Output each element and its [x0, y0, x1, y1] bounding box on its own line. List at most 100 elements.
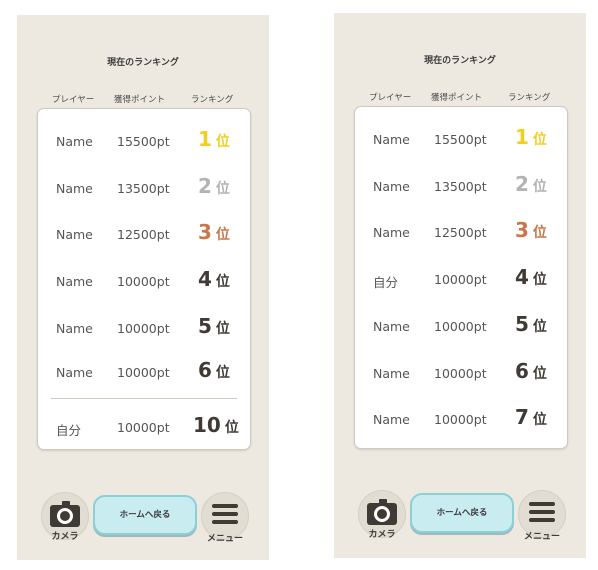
- column-header-ranking: ランキング: [191, 95, 234, 105]
- player-name: Name: [56, 134, 93, 149]
- player-name: Name: [56, 227, 93, 242]
- rank-unit: 位: [532, 179, 547, 195]
- camera-button-label: カメラ: [51, 532, 79, 542]
- ranking-card: Name 15500pt 1位 Name 13500pt 2位 Name 125…: [354, 106, 568, 449]
- player-points: 15500pt: [434, 132, 487, 147]
- menu-button[interactable]: メニュー: [518, 490, 566, 542]
- player-points: 10000pt: [117, 420, 170, 435]
- rank-unit: 位: [224, 420, 239, 436]
- hamburger-menu-icon: [529, 502, 555, 526]
- player-points: 10000pt: [434, 319, 487, 334]
- rank-number: 10: [193, 413, 221, 437]
- menu-button[interactable]: メニュー: [201, 492, 249, 544]
- rank-value: 1位: [198, 127, 230, 151]
- rank-value: 2位: [515, 172, 547, 196]
- player-points: 12500pt: [434, 225, 487, 240]
- rank-value: 3位: [515, 218, 547, 242]
- page-title: 現在のランキング: [107, 58, 179, 68]
- player-name: 自分: [373, 275, 399, 290]
- rank-value: 3位: [198, 220, 230, 244]
- rank-value: 4位: [198, 267, 230, 291]
- rank-number: 4: [515, 265, 529, 289]
- camera-button-label: カメラ: [368, 530, 396, 540]
- player-name: Name: [373, 225, 410, 240]
- ranking-row: Name 15500pt 1位: [355, 125, 567, 155]
- column-header-points: 獲得ポイント: [114, 95, 166, 105]
- rank-unit: 位: [215, 134, 230, 150]
- column-header-ranking: ランキング: [508, 93, 551, 103]
- menu-button-label: メニュー: [206, 534, 243, 544]
- ranking-row: Name 10000pt 6位: [38, 358, 250, 388]
- ranking-row: Name 15500pt 1位: [38, 127, 250, 157]
- rank-unit: 位: [532, 132, 547, 148]
- column-header-player: プレイヤー: [52, 95, 95, 105]
- player-name: Name: [56, 365, 93, 380]
- rank-number: 1: [515, 125, 529, 149]
- rank-value: 6位: [515, 359, 547, 383]
- rank-unit: 位: [215, 181, 230, 197]
- ranking-row: Name 10000pt 5位: [355, 312, 567, 342]
- home-button[interactable]: ホームへ戻る: [410, 493, 514, 533]
- camera-icon: [50, 501, 80, 527]
- rank-value: 10 位: [193, 413, 239, 437]
- page-title: 現在のランキング: [424, 56, 496, 66]
- player-points: 10000pt: [117, 274, 170, 289]
- ranking-row: Name 10000pt 7位: [355, 405, 567, 435]
- rank-value: 2位: [198, 174, 230, 198]
- player-name: Name: [373, 319, 410, 334]
- player-name: Name: [56, 181, 93, 196]
- self-ranking-row: 自分 10000pt 10 位: [38, 413, 250, 443]
- player-points: 15500pt: [117, 134, 170, 149]
- player-points: 13500pt: [117, 181, 170, 196]
- ranking-screen-right: 現在のランキング プレイヤー 獲得ポイント ランキング Name 15500pt…: [334, 13, 586, 558]
- player-points: 10000pt: [434, 366, 487, 381]
- ranking-row: Name 10000pt 5位: [38, 314, 250, 344]
- player-points: 10000pt: [434, 272, 487, 287]
- ranking-row: Name 13500pt 2位: [38, 174, 250, 204]
- ranking-screen-left: 現在のランキング プレイヤー 獲得ポイント ランキング Name 15500pt…: [17, 15, 269, 560]
- rank-number: 2: [198, 174, 212, 198]
- rank-unit: 位: [532, 412, 547, 428]
- rank-number: 3: [515, 218, 529, 242]
- rank-unit: 位: [215, 274, 230, 290]
- player-name: Name: [373, 366, 410, 381]
- rank-number: 6: [515, 359, 529, 383]
- self-ranking-row: 自分 10000pt 4位: [355, 265, 567, 295]
- rank-number: 4: [198, 267, 212, 291]
- camera-button[interactable]: カメラ: [358, 490, 406, 540]
- player-points: 12500pt: [117, 227, 170, 242]
- rank-unit: 位: [532, 366, 547, 382]
- rank-value: 7位: [515, 405, 547, 429]
- self-divider: [51, 398, 237, 399]
- ranking-row: Name 13500pt 2位: [355, 172, 567, 202]
- player-name: Name: [373, 132, 410, 147]
- home-button[interactable]: ホームへ戻る: [93, 495, 197, 535]
- rank-number: 5: [198, 314, 212, 338]
- player-points: 10000pt: [117, 365, 170, 380]
- player-points: 10000pt: [117, 321, 170, 336]
- rank-number: 5: [515, 312, 529, 336]
- rank-value: 1位: [515, 125, 547, 149]
- camera-icon: [367, 499, 397, 525]
- menu-button-label: メニュー: [523, 532, 560, 542]
- rank-unit: 位: [532, 272, 547, 288]
- column-header-player: プレイヤー: [369, 93, 412, 103]
- player-points: 10000pt: [434, 412, 487, 427]
- rank-unit: 位: [215, 321, 230, 337]
- hamburger-menu-icon: [212, 504, 238, 528]
- ranking-row: Name 10000pt 6位: [355, 359, 567, 389]
- ranking-row: Name 10000pt 4位: [38, 267, 250, 297]
- rank-value: 5位: [515, 312, 547, 336]
- ranking-card: Name 15500pt 1位 Name 13500pt 2位 Name 125…: [37, 108, 251, 450]
- rank-number: 2: [515, 172, 529, 196]
- player-name: Name: [373, 412, 410, 427]
- rank-value: 5位: [198, 314, 230, 338]
- rank-unit: 位: [532, 225, 547, 241]
- camera-button[interactable]: カメラ: [41, 492, 89, 542]
- ranking-row: Name 12500pt 3位: [38, 220, 250, 250]
- player-points: 13500pt: [434, 179, 487, 194]
- rank-value: 4位: [515, 265, 547, 289]
- player-name: 自分: [56, 423, 82, 438]
- rank-number: 1: [198, 127, 212, 151]
- column-header-points: 獲得ポイント: [431, 93, 483, 103]
